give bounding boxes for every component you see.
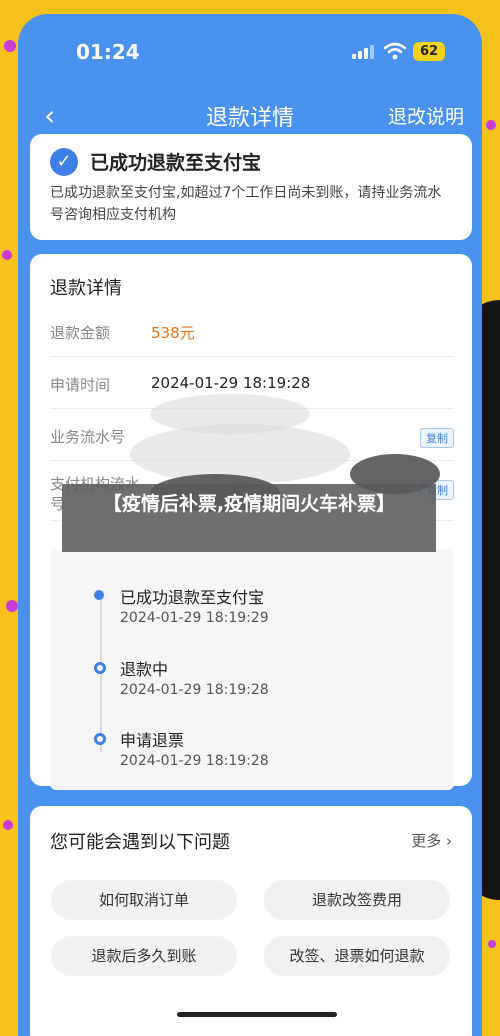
timeline-dot-icon xyxy=(94,662,106,674)
timeline-item: 退款中 2024-01-29 18:19:28 xyxy=(76,656,436,716)
background-dot xyxy=(4,40,16,52)
refund-status-card: ✓ 已成功退款至支付宝 已成功退款至支付宝,如超过7个工作日尚未到账，请持业务流… xyxy=(30,134,472,240)
status-description: 已成功退款至支付宝,如超过7个工作日尚未到账，请持业务流水号咨询相应支付机构 xyxy=(50,185,442,223)
faq-card: 您可能会遇到以下问题 更多 › 如何取消订单 退款改签费用 退款后多久到账 改签… xyxy=(30,806,472,1036)
faq-item-button[interactable]: 退款后多久到账 xyxy=(51,936,237,976)
refund-amount: 538元 xyxy=(151,324,195,342)
copy-button[interactable]: 复制 xyxy=(420,428,454,448)
detail-title: 退款详情 xyxy=(50,278,122,299)
status-title: 已成功退款至支付宝 xyxy=(90,152,262,174)
background-dot xyxy=(3,820,13,830)
status-bar: 01:24 62 xyxy=(18,14,482,94)
timeline-title: 申请退票 xyxy=(120,731,185,750)
detail-row-amount: 退款金额 538元 xyxy=(50,304,454,357)
timeline-title: 退款中 xyxy=(120,660,169,679)
faq-title: 您可能会遇到以下问题 xyxy=(50,832,230,853)
timeline-time: 2024-01-29 18:19:28 xyxy=(120,753,269,769)
wifi-icon xyxy=(384,42,406,60)
timeline-time: 2024-01-29 18:19:28 xyxy=(120,682,269,698)
background-dot xyxy=(486,120,496,130)
background-dot xyxy=(488,940,496,948)
refund-timeline: 已成功退款至支付宝 2024-01-29 18:19:29 退款中 2024-0… xyxy=(50,550,454,790)
refund-policy-link[interactable]: 退改说明 xyxy=(388,102,464,129)
row-label: 退款金额 xyxy=(50,324,111,342)
faq-item-button[interactable]: 如何取消订单 xyxy=(51,880,237,920)
timeline-item: 已成功退款至支付宝 2024-01-29 18:19:29 xyxy=(76,584,436,644)
battery-indicator: 62 xyxy=(413,42,445,61)
status-time: 01:24 xyxy=(76,40,140,64)
faq-item-button[interactable]: 退款改签费用 xyxy=(264,880,450,920)
caption-overlay: 【疫情后补票,疫情期间火车补票】 xyxy=(62,484,436,552)
home-indicator[interactable] xyxy=(177,1012,337,1017)
timeline-dot-icon xyxy=(94,590,104,600)
background-dot xyxy=(6,600,18,612)
apply-time: 2024-01-29 18:19:28 xyxy=(151,374,311,392)
background-dot xyxy=(2,250,12,260)
faq-more-link[interactable]: 更多 › xyxy=(411,830,452,851)
faq-item-button[interactable]: 改签、退票如何退款 xyxy=(264,936,450,976)
timeline-title: 已成功退款至支付宝 xyxy=(120,588,265,607)
timeline-item: 申请退票 2024-01-29 18:19:28 xyxy=(76,727,436,787)
timeline-dot-icon xyxy=(94,733,106,745)
row-label: 申请时间 xyxy=(50,376,111,394)
signal-icon xyxy=(352,45,374,59)
timeline-time: 2024-01-29 18:19:29 xyxy=(120,610,269,626)
row-label: 业务流水号 xyxy=(50,428,126,446)
check-circle-icon: ✓ xyxy=(50,148,78,176)
